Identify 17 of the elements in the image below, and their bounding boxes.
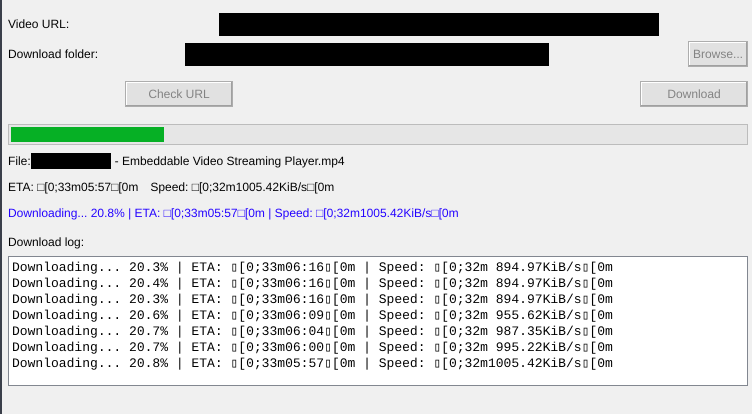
redacted-url-field[interactable] (219, 12, 660, 36)
field-label: Video URL: (8, 17, 70, 31)
file-label: File: (8, 154, 31, 168)
log-line: Downloading... 20.7% | ETA: ▯[0;33m06:04▯[0m | Speed: ▯[0;32m 987.35KiB/s▯[0m (12, 324, 614, 340)
log-line: Downloading... 20.3% | ETA: ▯[0;33m06:16▯[0m | Speed: ▯[0;32m 894.97KiB/s▯[0m (12, 260, 614, 276)
log-line: Downloading... 20.4% | ETA: ▯[0;33m06:16▯[0m | Speed: ▯[0;32m 894.97KiB/s▯[0m (12, 276, 614, 292)
file-name: - Embeddable Video Streaming Player.mp4 (114, 154, 345, 168)
log-line: Downloading... 20.7% | ETA: ▯[0;33m06:00▯[0m | Speed: ▯[0;32m 995.22KiB/s▯[0m (12, 340, 614, 356)
log-label: Download log: (8, 234, 86, 250)
eta-text: ETA: □[0;33m05:57□[0m (8, 180, 138, 194)
log-line: Downloading... 20.3% | ETA: ▯[0;33m06:16▯[0m | Speed: ▯[0;32m 894.97KiB/s▯[0m (12, 292, 614, 308)
status-text: Downloading... 20.8% | ETA: □[0;33m05:57□[0m | Speed: □[0;32m1005.42KiB/s□[0m (8, 205, 460, 221)
redacted-folder-field[interactable] (185, 42, 550, 66)
log-line: Downloading... 20.6% | ETA: ▯[0;33m06:09▯[0m | Speed: ▯[0;32m 955.62KiB/s▯[0m (12, 308, 614, 324)
speed-text: Speed: □[0;32m1005.42KiB/s□[0m (150, 180, 334, 194)
field-label: Download folder: (8, 47, 98, 61)
log-line: Downloading... 20.8% | ETA: ▯[0;33m05:57▯[0m | Speed: ▯[0;32m1005.42KiB/s▯[0m (12, 356, 614, 372)
